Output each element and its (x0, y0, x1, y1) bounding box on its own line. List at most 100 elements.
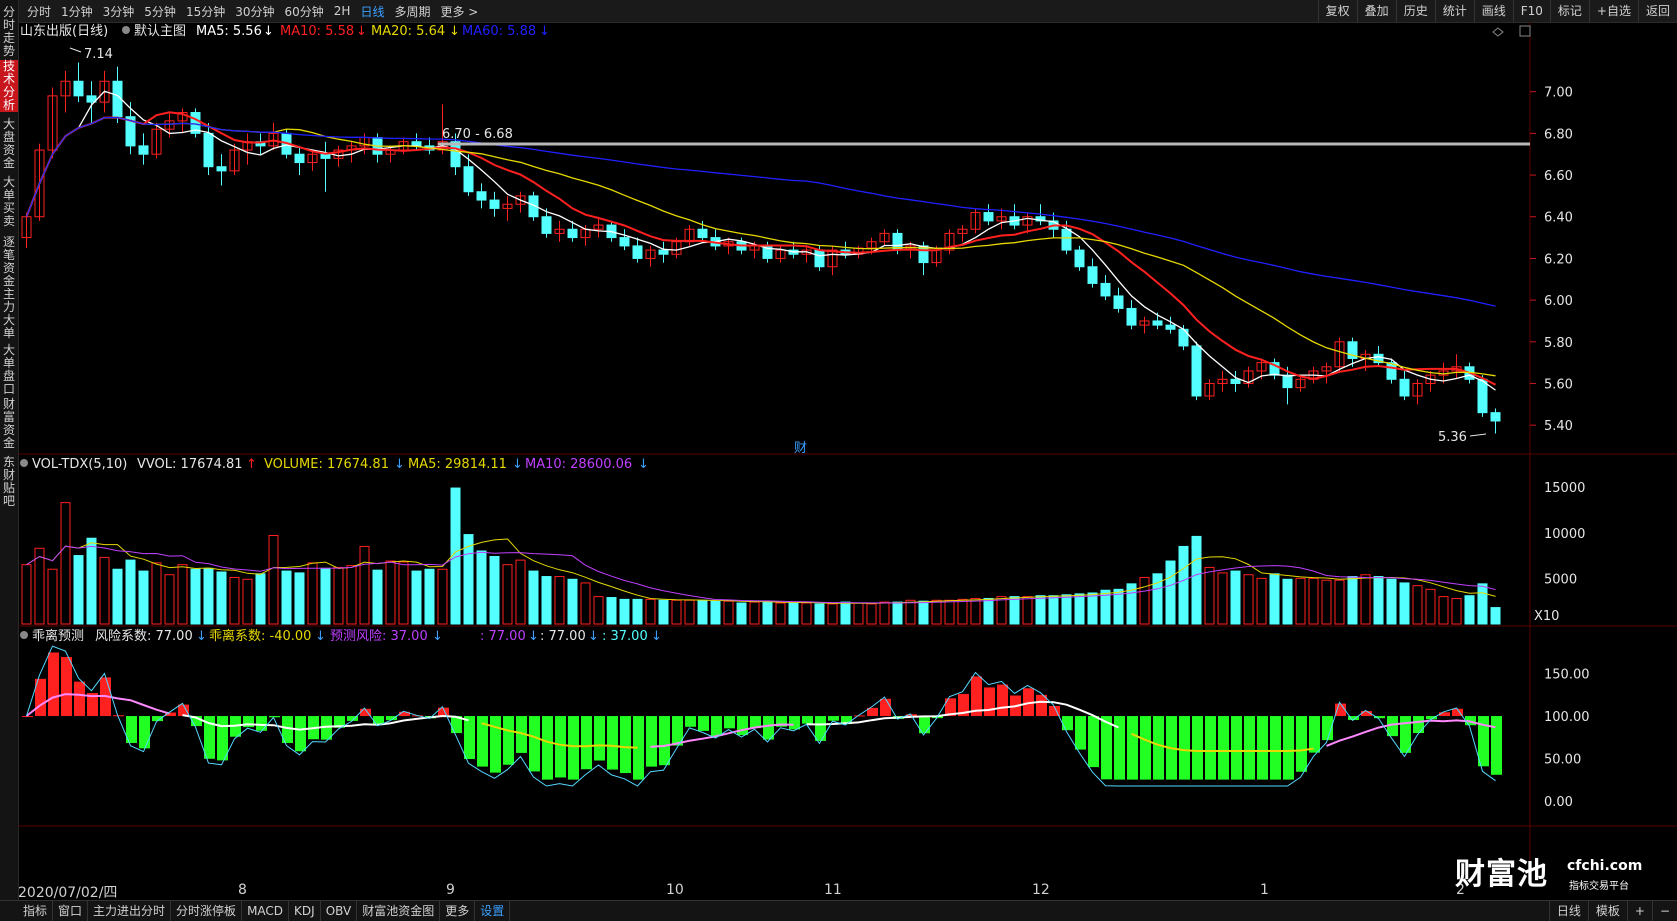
sidebar-item-1[interactable]: 技术分析 (0, 60, 18, 112)
indicator-bar[interactable] (1270, 716, 1281, 780)
bottom-tab-1[interactable]: 窗口 (53, 901, 89, 921)
candle-body[interactable] (697, 228, 708, 239)
volume-bar[interactable] (1061, 594, 1072, 625)
volume-bar[interactable] (60, 502, 71, 625)
volume-bar[interactable] (827, 603, 838, 625)
volume-bar[interactable] (255, 573, 266, 625)
candle-body[interactable] (138, 145, 149, 155)
bottom-period[interactable]: 日线 (1548, 901, 1588, 921)
indicator-bar[interactable] (1153, 716, 1164, 780)
volume-bar[interactable] (1490, 607, 1501, 625)
volume-bar[interactable] (489, 555, 500, 625)
bottom-tab-0[interactable]: 指标 (18, 901, 54, 921)
candle-body[interactable] (1191, 345, 1202, 397)
candle-body[interactable] (1399, 378, 1410, 397)
volume-bar[interactable] (333, 566, 344, 625)
bottom-tab-7[interactable]: 财富池资金图 (357, 901, 441, 921)
volume-bar[interactable] (1477, 583, 1488, 625)
volume-bar[interactable] (996, 596, 1007, 625)
indicator-bar[interactable] (1491, 716, 1502, 775)
volume-bar[interactable] (983, 597, 994, 625)
volume-bar[interactable] (671, 599, 682, 625)
volume-bar[interactable] (684, 599, 695, 625)
indicator-bar[interactable] (529, 716, 540, 772)
volume-bar[interactable] (879, 601, 890, 625)
tool-button-0[interactable]: 复权 (1317, 0, 1357, 22)
bottom-tab-5[interactable]: KDJ (289, 901, 321, 921)
volume-bar[interactable] (437, 568, 448, 625)
sidebar-item-5[interactable]: 主力大单 (0, 288, 18, 340)
volume-bar[interactable] (203, 567, 214, 625)
volume-bar[interactable] (73, 555, 84, 625)
volume-bar[interactable] (411, 570, 422, 625)
volume-bar[interactable] (619, 598, 630, 625)
candle-body[interactable] (203, 132, 214, 168)
indicator-bar[interactable] (1062, 716, 1073, 731)
volume-bar[interactable] (151, 562, 162, 625)
indicator-bar[interactable] (724, 716, 735, 729)
panel-settings-icon[interactable] (1492, 25, 1531, 37)
indicator-bar[interactable] (1179, 716, 1190, 780)
bottom-tab-2[interactable]: 主力进出分时 (88, 901, 172, 921)
template-dot-icon[interactable] (122, 26, 130, 34)
volume-bar[interactable] (476, 550, 487, 625)
indicator-bar[interactable] (789, 716, 800, 730)
volume-bar[interactable] (1360, 574, 1371, 625)
volume-bar[interactable] (1295, 577, 1306, 625)
indicator-bar[interactable] (1244, 716, 1255, 780)
indicator-bar[interactable] (61, 657, 72, 717)
volume-bar[interactable] (1464, 595, 1475, 625)
period-tab-5[interactable]: 30分钟 (230, 3, 279, 20)
volume-bar[interactable] (216, 571, 227, 625)
indicator-bar[interactable] (581, 716, 592, 770)
candle-body[interactable] (658, 249, 669, 255)
volume-bar[interactable] (1308, 577, 1319, 625)
volume-bar[interactable] (1139, 576, 1150, 625)
volume-bar[interactable] (99, 556, 110, 625)
candle-body[interactable] (411, 141, 422, 147)
bottom-control-0[interactable]: 模板 (1587, 901, 1627, 921)
candle-body[interactable] (1113, 295, 1124, 309)
candle-body[interactable] (1100, 282, 1111, 297)
volume-bar[interactable] (957, 598, 968, 625)
volume-bar[interactable] (593, 596, 604, 625)
indicator-bar[interactable] (659, 716, 670, 766)
indicator-bar[interactable] (1309, 716, 1320, 753)
volume-bar[interactable] (1256, 577, 1267, 625)
volume-bar[interactable] (1438, 596, 1449, 625)
volume-bar[interactable] (658, 599, 669, 625)
tool-button-4[interactable]: 画线 (1473, 0, 1513, 22)
tool-button-6[interactable]: 标记 (1549, 0, 1589, 22)
tool-button-1[interactable]: 叠加 (1356, 0, 1396, 22)
candle-body[interactable] (619, 237, 630, 247)
indicator-bar[interactable] (997, 684, 1008, 717)
volume-bar[interactable] (112, 568, 123, 625)
volume-bar[interactable] (1087, 592, 1098, 625)
tool-button-3[interactable]: 统计 (1434, 0, 1474, 22)
indicator-bar[interactable] (1088, 716, 1099, 768)
volume-bar[interactable] (528, 570, 539, 625)
candle-body[interactable] (983, 212, 994, 222)
volume-bar[interactable] (775, 602, 786, 625)
sidebar-item-0[interactable]: 分时走势 (0, 6, 18, 58)
volume-bar[interactable] (892, 601, 903, 625)
volume-bar[interactable] (1217, 572, 1228, 625)
period-tab-3[interactable]: 5分钟 (139, 3, 181, 20)
volume-bar[interactable] (723, 600, 734, 625)
volume-bar[interactable] (944, 599, 955, 625)
indicator-bar[interactable] (880, 698, 891, 717)
volume-bar[interactable] (320, 567, 331, 625)
indicator-bar[interactable] (269, 716, 280, 718)
indicator-bar[interactable] (256, 716, 267, 731)
period-tab-8[interactable]: 日线 (355, 3, 389, 20)
volume-bar[interactable] (918, 600, 929, 625)
indicator-bar[interactable] (828, 716, 839, 721)
volume-bar[interactable] (1191, 535, 1202, 625)
volume-bar[interactable] (1399, 582, 1410, 625)
volume-bar[interactable] (1425, 588, 1436, 625)
period-tab-4[interactable]: 15分钟 (181, 3, 230, 20)
volume-bar[interactable] (1165, 560, 1176, 625)
indicator-bar[interactable] (542, 716, 553, 780)
candle-body[interactable] (1061, 228, 1072, 251)
candle-body[interactable] (489, 199, 500, 209)
